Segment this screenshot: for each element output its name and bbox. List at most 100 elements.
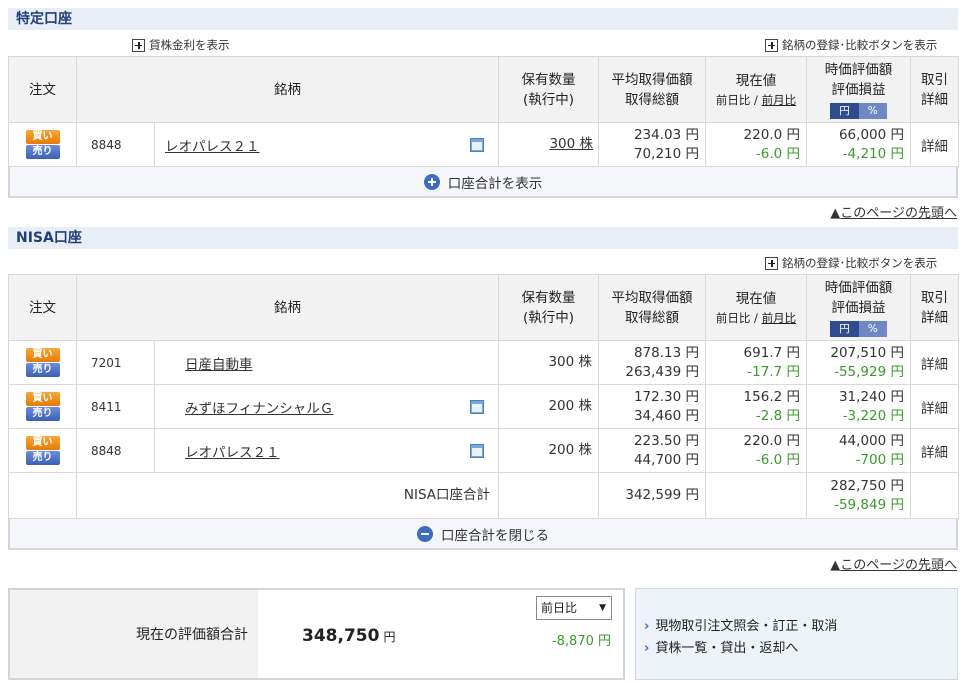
valuation-total-label: 現在の評価額合計 xyxy=(136,627,248,643)
sell-button[interactable]: 売り xyxy=(25,145,60,159)
valuation-total-value: 348,750 円 xyxy=(302,626,396,646)
related-links-box: 現物取引注文照会・訂正・取消 貸株一覧・貸出・返却へ xyxy=(635,588,958,680)
profit-loss: -700 円 xyxy=(855,451,904,468)
nisa-total-label: NISA口座合計 xyxy=(76,472,499,519)
profit-loss: -55,929 円 xyxy=(834,363,904,380)
total-cost: 34,460 円 xyxy=(633,407,699,424)
current-price: 220.0 円 xyxy=(743,126,800,143)
current-price: 691.7 円 xyxy=(743,344,800,361)
page-top-link[interactable]: ▲このページの先頭へ xyxy=(830,554,957,573)
stock-name-link[interactable]: 日産自動車 xyxy=(185,357,253,373)
comparison-select[interactable]: 前日比 xyxy=(536,596,612,620)
market-value: 31,240 円 xyxy=(838,388,904,405)
profit-loss: -4,210 円 xyxy=(842,145,904,162)
plus-icon xyxy=(765,38,778,52)
order-inquiry-link[interactable]: 現物取引注文照会・訂正・取消 xyxy=(644,615,837,634)
current-price: 156.2 円 xyxy=(743,388,800,405)
nisa-total-row: NISA口座合計 342,599 円 282,750 円 -59,849 円 xyxy=(8,472,959,519)
lending-rate-toggle[interactable]: 貸株金利を表示 xyxy=(132,37,230,53)
buy-button[interactable]: 買い xyxy=(25,130,60,144)
valuation-total-box: 現在の評価額合計 348,750円 前日比 -8,870 円 xyxy=(8,588,625,680)
stock-name-link[interactable]: みずほフィナンシャルＧ xyxy=(185,401,333,417)
total-cost: 263,439 円 xyxy=(625,363,699,380)
tokutei-holdings-table: 注文 銘柄 保有数量 (執行中) 平均取得価額 取得総額 現在値 前日比 / 前月比… xyxy=(8,56,959,167)
col-price: 現在値 前日比 / 前月比 xyxy=(705,274,807,341)
col-name: 銘柄 xyxy=(76,274,499,341)
plus-icon xyxy=(765,256,778,270)
plus-circle-icon xyxy=(423,173,440,190)
quantity-link[interactable]: 300 株 xyxy=(549,136,593,152)
stock-lending-link[interactable]: 貸株一覧・貸出・返却へ xyxy=(644,637,798,656)
percent-toggle[interactable]: % xyxy=(858,320,887,337)
avg-price: 878.13 円 xyxy=(633,344,699,361)
detail-link[interactable]: 詳細 xyxy=(910,428,959,473)
show-account-total-label: 口座合計を表示 xyxy=(447,175,543,192)
detail-link[interactable]: 詳細 xyxy=(910,340,959,385)
yen-toggle[interactable]: 円 xyxy=(830,102,859,119)
buy-button[interactable]: 買い xyxy=(25,348,60,362)
day-change: -6.0 円 xyxy=(755,451,800,468)
percent-toggle[interactable]: % xyxy=(858,102,887,119)
yen-toggle[interactable]: 円 xyxy=(830,320,859,337)
buy-button[interactable]: 買い xyxy=(25,392,60,406)
calendar-icon[interactable] xyxy=(470,137,484,152)
total-cost: 70,210 円 xyxy=(633,145,699,162)
stock-name-link[interactable]: レオパレス２１ xyxy=(165,139,260,155)
col-avg: 平均取得価額 取得総額 xyxy=(598,56,706,123)
stock-code: 8848 xyxy=(76,122,155,167)
sell-button[interactable]: 売り xyxy=(25,407,60,421)
register-compare-toggle[interactable]: 銘柄の登録･比較ボタンを表示 xyxy=(765,255,937,271)
stock-code: 8848 xyxy=(76,428,155,473)
market-value: 44,000 円 xyxy=(838,432,904,449)
calendar-icon[interactable] xyxy=(470,399,484,414)
quantity: 200 株 xyxy=(548,398,592,414)
calendar-icon[interactable] xyxy=(470,443,484,458)
table-row: 買い 売り 7201 日産自動車 300 株 878.13 円 263,439 円 … xyxy=(8,340,959,385)
sell-button[interactable]: 売り xyxy=(25,451,60,465)
col-market-value: 時価評価額 評価損益 円% xyxy=(806,274,911,341)
lending-rate-toggle-label: 貸株金利を表示 xyxy=(149,38,230,52)
minus-circle-icon xyxy=(417,525,433,542)
table-row: 買い 売り 8848 レオパレス２１ 300 株 234.03 円 70,210 円… xyxy=(8,122,959,167)
col-detail: 取引 詳細 xyxy=(910,56,959,123)
register-compare-toggle-label: 銘柄の登録･比較ボタンを表示 xyxy=(782,256,938,270)
market-value: 66,000 円 xyxy=(838,126,904,143)
prev-month-link[interactable]: 前月比 xyxy=(762,93,797,107)
col-qty: 保有数量 (執行中) xyxy=(498,56,599,123)
col-market-value: 時価評価額 評価損益 円% xyxy=(806,56,911,123)
col-order: 注文 xyxy=(8,274,77,341)
plus-icon xyxy=(132,38,145,52)
table-header-row: 注文 銘柄 保有数量 (執行中) 平均取得価額 取得総額 現在値 前日比 / 前月比… xyxy=(8,56,959,123)
sell-button[interactable]: 売り xyxy=(25,363,60,377)
profit-loss: -3,220 円 xyxy=(842,407,904,424)
detail-link[interactable]: 詳細 xyxy=(910,122,959,167)
day-change: -2.8 円 xyxy=(755,407,800,424)
table-header-row: 注文 銘柄 保有数量 (執行中) 平均取得価額 取得総額 現在値 前日比 / 前月比… xyxy=(8,274,959,341)
stock-name-link[interactable]: レオパレス２１ xyxy=(185,445,280,461)
register-compare-toggle[interactable]: 銘柄の登録･比較ボタンを表示 xyxy=(765,37,937,53)
day-change: -17.7 円 xyxy=(747,363,800,380)
col-detail: 取引 詳細 xyxy=(910,274,959,341)
avg-price: 172.30 円 xyxy=(633,388,699,405)
buy-button[interactable]: 買い xyxy=(25,436,60,450)
col-qty: 保有数量 (執行中) xyxy=(498,274,599,341)
show-account-total-button[interactable]: 口座合計を表示 xyxy=(8,166,958,198)
avg-price: 234.03 円 xyxy=(633,126,699,143)
col-name: 銘柄 xyxy=(76,56,499,123)
prev-month-link[interactable]: 前月比 xyxy=(762,311,797,325)
current-price: 220.0 円 xyxy=(743,432,800,449)
nisa-total-profit-loss: -59,849 円 xyxy=(834,496,904,513)
nisa-total-market-value: 282,750 円 xyxy=(830,477,904,494)
page-top-link[interactable]: ▲このページの先頭へ xyxy=(830,202,957,221)
nisa-total-cost: 342,599 円 xyxy=(598,472,706,519)
valuation-total-change: -8,870 円 xyxy=(551,634,611,649)
day-change: -6.0 円 xyxy=(755,145,800,162)
detail-link[interactable]: 詳細 xyxy=(910,384,959,429)
total-cost: 44,700 円 xyxy=(633,451,699,468)
quantity: 200 株 xyxy=(548,442,592,458)
hide-account-total-button[interactable]: 口座合計を閉じる xyxy=(8,518,958,550)
hide-account-total-label: 口座合計を閉じる xyxy=(441,527,549,544)
market-value: 207,510 円 xyxy=(830,344,904,361)
table-row: 買い 売り 8848 レオパレス２１ 200 株 223.50 円 44,700 円… xyxy=(8,428,959,473)
register-compare-toggle-label: 銘柄の登録･比較ボタンを表示 xyxy=(782,38,938,52)
